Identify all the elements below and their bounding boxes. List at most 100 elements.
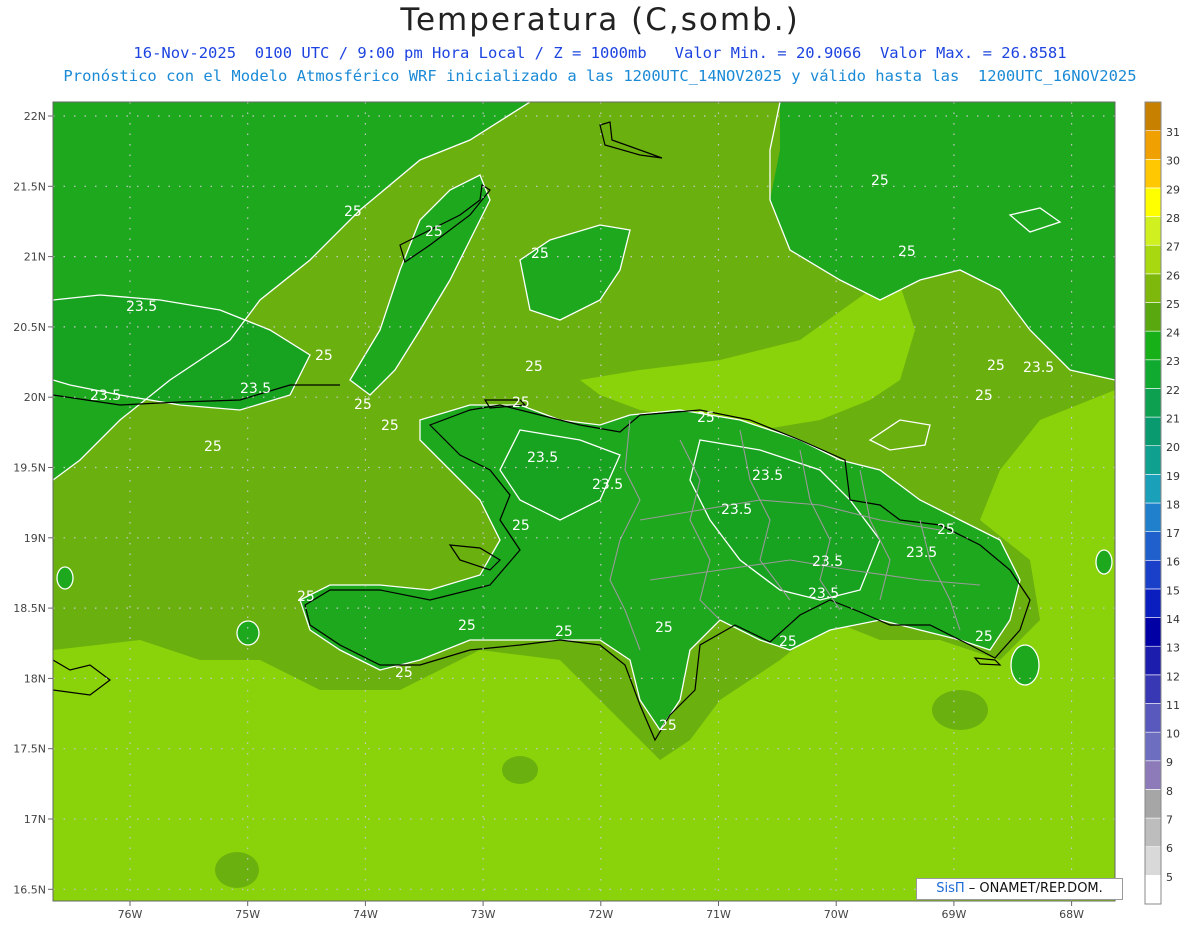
contour-label: 23.5 bbox=[906, 545, 937, 561]
colorbar-label: 16 bbox=[1166, 556, 1180, 569]
lon-label: 70W bbox=[824, 908, 849, 921]
contour-label: 23.5 bbox=[808, 586, 839, 602]
colorbar-swatch bbox=[1144, 817, 1162, 848]
contour-label: 23.5 bbox=[527, 450, 558, 466]
colorbar-swatch bbox=[1144, 330, 1162, 361]
lat-label: 19.5N bbox=[13, 462, 46, 475]
contour-label: 23.5 bbox=[812, 554, 843, 570]
colorbar-swatch bbox=[1144, 875, 1162, 905]
lon-label: 73W bbox=[471, 908, 496, 921]
colorbar-label: 29 bbox=[1166, 183, 1180, 196]
contour-label: 23.5 bbox=[752, 468, 783, 484]
colorbar-label: 5 bbox=[1166, 871, 1173, 884]
colorbar-label: 10 bbox=[1166, 728, 1180, 741]
colorbar-swatch bbox=[1144, 302, 1162, 332]
lat-label: 21.5N bbox=[13, 180, 46, 193]
lon-label: 69W bbox=[941, 908, 966, 921]
lat-label: 18N bbox=[24, 672, 46, 685]
colorbar-swatch bbox=[1144, 273, 1162, 303]
contour-label: 25 bbox=[779, 634, 797, 650]
contour-label: 25 bbox=[898, 244, 916, 260]
lon-label: 72W bbox=[588, 908, 613, 921]
contour-label: 25 bbox=[425, 224, 443, 240]
colorbar-label: 9 bbox=[1166, 756, 1173, 769]
lat-label: 21N bbox=[24, 251, 46, 264]
colorbar-swatch bbox=[1144, 359, 1162, 389]
contour-label: 25 bbox=[297, 589, 315, 605]
temperature-25-blob bbox=[932, 690, 988, 730]
temperature-25-blob bbox=[215, 852, 259, 888]
colorbar-swatch bbox=[1144, 559, 1162, 590]
colorbar-swatch bbox=[1144, 617, 1162, 647]
contour-label: 25 bbox=[381, 418, 399, 434]
lon-label: 71W bbox=[706, 908, 731, 921]
colorbar-swatch bbox=[1144, 502, 1162, 532]
lat-label: 17N bbox=[24, 813, 46, 826]
colorbar-swatch bbox=[1144, 416, 1162, 447]
contour-label: 25 bbox=[987, 358, 1005, 374]
lat-label: 16.5N bbox=[13, 883, 46, 896]
temperature-colorbar: 5 6 7 8 9 10 11 12 13 14 15 16 17 18 19 20 21 22 23 24 25 26 2… bbox=[1144, 101, 1180, 905]
lat-label: 19N bbox=[24, 532, 46, 545]
lat-label: 22N bbox=[24, 110, 46, 123]
colorbar-swatch bbox=[1144, 474, 1162, 504]
colorbar-label: 22 bbox=[1166, 384, 1180, 397]
colorbar-swatch bbox=[1144, 760, 1162, 790]
contour-label: 23.5 bbox=[721, 502, 752, 518]
colorbar-label: 17 bbox=[1166, 527, 1180, 540]
colorbar-label: 19 bbox=[1166, 470, 1180, 483]
lat-label: 20N bbox=[24, 391, 46, 404]
colorbar-swatch bbox=[1144, 588, 1162, 618]
colorbar-label: 7 bbox=[1166, 814, 1173, 827]
lon-label: 75W bbox=[235, 908, 260, 921]
contour-label: 25 bbox=[512, 518, 530, 534]
colorbar-swatch bbox=[1144, 187, 1162, 217]
contour-label: 25 bbox=[525, 359, 543, 375]
colorbar-label: 28 bbox=[1166, 212, 1180, 225]
colorbar-label: 20 bbox=[1166, 441, 1180, 454]
contour-label: 25 bbox=[975, 629, 993, 645]
colorbar-swatch bbox=[1144, 531, 1162, 561]
colorbar-swatch bbox=[1144, 731, 1162, 762]
contour-label: 25 bbox=[344, 204, 362, 220]
colorbar-swatch bbox=[1144, 244, 1162, 275]
colorbar-swatch bbox=[1144, 130, 1162, 160]
temperature-field bbox=[53, 102, 1115, 901]
contour-label: 25 bbox=[354, 397, 372, 413]
contour-label: 23.5 bbox=[240, 381, 271, 397]
colorbar-label: 15 bbox=[1166, 584, 1180, 597]
contour-label: 25 bbox=[655, 620, 673, 636]
contour-label: 25 bbox=[697, 410, 715, 426]
longitude-labels: 76W 75W 74W 73W 72W 71W 70W 69W 68W bbox=[118, 901, 1084, 921]
colorbar-label: 27 bbox=[1166, 241, 1180, 254]
credit-brand: SisΠ bbox=[936, 881, 965, 896]
colorbar-label: 24 bbox=[1166, 327, 1180, 340]
colorbar-swatch bbox=[1144, 216, 1162, 246]
colorbar-label: 26 bbox=[1166, 269, 1180, 282]
colorbar-swatch bbox=[1144, 388, 1162, 418]
contour-label: 25 bbox=[871, 173, 889, 189]
colorbar-label: 18 bbox=[1166, 498, 1180, 511]
contour-label: 23.5 bbox=[1023, 360, 1054, 376]
contour-label: 25 bbox=[512, 395, 530, 411]
credit-box: SisΠ – ONAMET/REP.DOM. bbox=[916, 878, 1123, 900]
contour-label: 25 bbox=[395, 665, 413, 681]
colorbar-swatch bbox=[1144, 158, 1162, 189]
colorbar-label: 11 bbox=[1166, 699, 1180, 712]
lon-label: 68W bbox=[1059, 908, 1084, 921]
colorbar-label: 8 bbox=[1166, 785, 1173, 798]
colorbar-swatch bbox=[1144, 846, 1162, 876]
contour-label: 25 bbox=[937, 522, 955, 538]
temperature-25-blob bbox=[502, 756, 538, 784]
contour-label: 23.5 bbox=[90, 388, 121, 404]
contour-label: 25 bbox=[975, 388, 993, 404]
lat-label: 20.5N bbox=[13, 321, 46, 334]
colorbar-label: 30 bbox=[1166, 155, 1180, 168]
credit-text: – ONAMET/REP.DOM. bbox=[964, 881, 1103, 896]
lat-label: 17.5N bbox=[13, 743, 46, 756]
temperature-map: 25 25 25 25 25 23.5 25 25 25 23.5 23.5 2… bbox=[13, 101, 1180, 921]
colorbar-label: 23 bbox=[1166, 355, 1180, 368]
colorbar-label: 31 bbox=[1166, 126, 1180, 139]
contour-label: 25 bbox=[659, 718, 677, 734]
colorbar-swatch bbox=[1144, 674, 1162, 704]
